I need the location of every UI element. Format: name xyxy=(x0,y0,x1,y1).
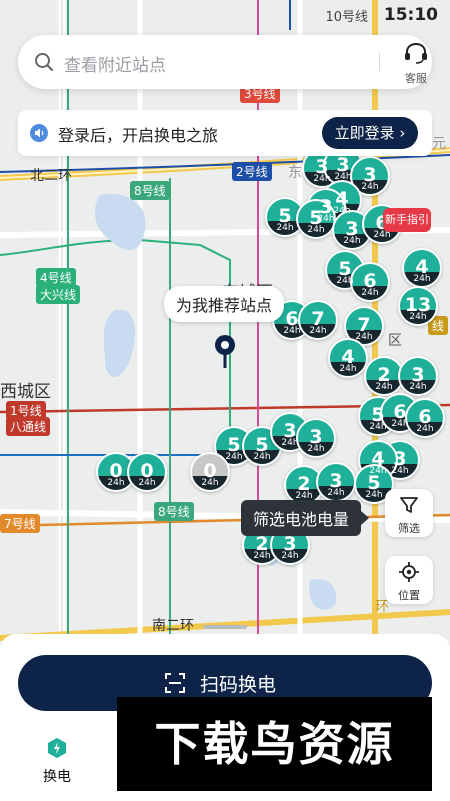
station-hours: 24h xyxy=(361,288,379,298)
login-hint: 登录后，开启换电之旅 xyxy=(58,126,219,145)
station-hours: 24h xyxy=(327,488,345,498)
tab-swap[interactable]: 换电 xyxy=(32,736,82,786)
station-marker[interactable]: 4 24h xyxy=(402,248,442,288)
station-hours: 24h xyxy=(409,382,427,392)
station-hours: 24h xyxy=(307,225,325,235)
service-label: 客服 xyxy=(405,72,427,85)
line-label-daxing: 大兴线 xyxy=(36,285,81,304)
station-marker[interactable]: 0 24h xyxy=(127,452,167,492)
locate-icon xyxy=(399,562,419,582)
line-label-8-north: 8号线 xyxy=(130,181,170,200)
station-hours: 24h xyxy=(361,182,379,192)
customer-service-button[interactable]: 客服 xyxy=(396,41,436,86)
login-button-label: 立即登录 xyxy=(334,124,395,142)
filter-battery-tooltip[interactable]: 筛选电池电量 xyxy=(241,500,370,536)
speaker-icon xyxy=(30,124,48,142)
chevron-right-icon: › xyxy=(399,124,406,142)
station-hours: 24h xyxy=(201,478,219,488)
route-badge: 10号线 xyxy=(325,10,368,25)
map-label-dong: 东 xyxy=(288,165,302,181)
station-hours: 24h xyxy=(307,444,325,454)
filter-label: 筛选 xyxy=(398,522,420,535)
station-marker[interactable]: 7 24h xyxy=(344,306,384,346)
watermark-overlay: 下载鸟资源 xyxy=(117,697,432,791)
search-bar[interactable]: 查看附近站点 客服 xyxy=(18,35,432,89)
station-marker[interactable]: 4 24h xyxy=(358,440,398,480)
map-label-qu: 区 xyxy=(388,333,402,349)
newbie-guide-badge[interactable]: 新手指引 xyxy=(383,208,431,232)
station-hours: 24h xyxy=(409,312,427,322)
station-marker[interactable]: 3 24h xyxy=(316,462,356,502)
station-hours: 24h xyxy=(253,452,271,462)
map-label-north-ring: 北二环 xyxy=(30,168,72,184)
search-input[interactable]: 查看附近站点 xyxy=(64,51,166,76)
login-banner: 登录后，开启换电之旅 立即登录 › xyxy=(18,110,432,156)
station-marker[interactable]: 3 24h xyxy=(398,356,438,396)
recommend-station-tooltip[interactable]: 为我推荐站点 xyxy=(164,286,285,322)
locate-button[interactable]: 位置 xyxy=(385,556,433,604)
station-hours: 24h xyxy=(369,466,387,476)
station-marker[interactable]: 13 24h xyxy=(398,286,438,326)
status-time: 15:10 xyxy=(383,5,438,25)
station-marker[interactable]: 7 24h xyxy=(298,300,338,340)
scan-swap-label: 扫码换电 xyxy=(200,674,277,696)
station-hours: 24h xyxy=(375,382,393,392)
login-button[interactable]: 立即登录 › xyxy=(322,117,418,149)
headset-icon xyxy=(405,42,427,64)
tab-swap-label: 换电 xyxy=(43,769,71,785)
station-hours: 24h xyxy=(336,276,354,286)
station-marker[interactable]: 4 24h xyxy=(328,338,368,378)
status-bar: 10号线 15:10 xyxy=(0,0,450,30)
locate-label: 位置 xyxy=(398,589,420,602)
line-label-7: 7号线 xyxy=(0,514,40,533)
station-hours: 24h xyxy=(416,424,434,434)
station-hours: 24h xyxy=(309,326,327,336)
scan-icon xyxy=(165,673,185,693)
map-label-xicheng: 西城区 xyxy=(0,382,51,402)
search-divider xyxy=(379,53,380,71)
sheet-handle[interactable] xyxy=(203,625,247,629)
filter-icon xyxy=(400,497,418,513)
line-label-2: 2号线 xyxy=(232,162,272,181)
filter-button[interactable]: 筛选 xyxy=(385,489,433,537)
station-hours: 24h xyxy=(138,478,156,488)
station-hours: 24h xyxy=(339,364,357,374)
battery-swap-icon xyxy=(48,738,66,758)
station-hours: 24h xyxy=(413,274,431,284)
line-label-batong: 八通线 xyxy=(6,417,51,436)
map-label-yuan: 元 xyxy=(432,136,446,152)
station-hours: 24h xyxy=(281,551,299,561)
search-icon xyxy=(35,53,53,71)
map-label-south-ring: 南二环 xyxy=(152,618,194,634)
station-hours: 24h xyxy=(355,332,373,342)
line-label-8-south: 8号线 xyxy=(154,502,194,521)
